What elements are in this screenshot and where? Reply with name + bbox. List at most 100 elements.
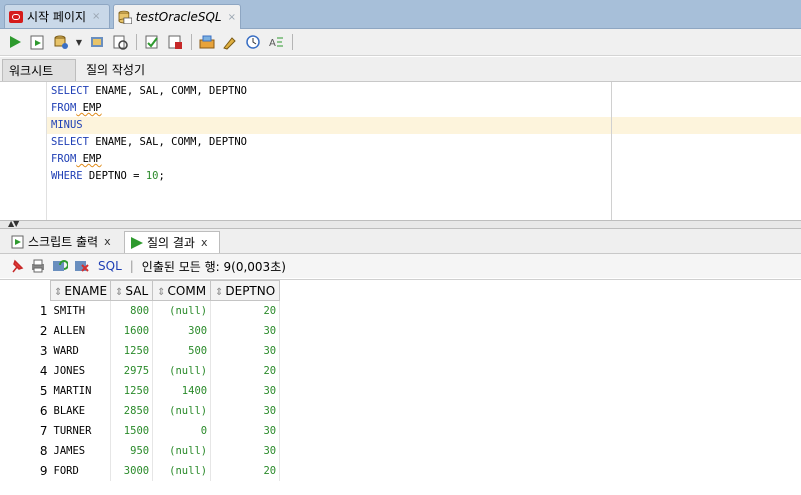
cell-sal[interactable]: 1500 — [110, 421, 154, 441]
chevron-down-icon[interactable]: ▼ — [75, 33, 83, 51]
format-icon[interactable]: A — [267, 33, 285, 51]
header-row: ⇕ ENAME ⇕ SAL ⇕ COMM ⇕ DEPTNO — [6, 280, 281, 301]
commit-icon[interactable] — [88, 33, 106, 51]
row-number: 5 — [39, 384, 48, 398]
pane-splitter[interactable]: ▲▼ — [0, 219, 801, 229]
explain-plan-icon[interactable] — [166, 33, 184, 51]
cell-ename[interactable]: JONES — [50, 361, 112, 381]
close-icon[interactable]: x — [104, 231, 111, 253]
sort-icon: ⇕ — [157, 286, 166, 298]
cell-sal[interactable]: 3000 — [110, 461, 154, 481]
rollback-icon[interactable] — [111, 33, 129, 51]
cell-ename[interactable]: FORD — [50, 461, 112, 481]
cell-ename[interactable]: ALLEN — [50, 321, 112, 341]
sql-history-icon[interactable] — [52, 33, 70, 51]
fetch-status: 인출된 모든 행: 9(0,003초) — [141, 259, 286, 274]
row-number: 6 — [39, 404, 48, 418]
row-number: 4 — [39, 364, 48, 378]
row-number: 2 — [39, 324, 48, 338]
tab-script-output[interactable]: 스크립트 출력 x — [6, 231, 124, 253]
table-row[interactable]: 1 SMITH 800 (null) 20 — [6, 300, 281, 321]
run-script-icon[interactable] — [29, 33, 47, 51]
cell-sal[interactable]: 1250 — [110, 381, 154, 401]
cell-comm[interactable]: (null) — [152, 300, 212, 321]
refresh-icon[interactable] — [52, 259, 68, 273]
cell-sal[interactable]: 950 — [110, 441, 154, 461]
table-row[interactable]: 2 ALLEN 1600 300 30 — [6, 321, 281, 341]
print-icon[interactable] — [30, 259, 46, 273]
cell-comm[interactable]: 500 — [152, 341, 212, 361]
run-statement-icon[interactable] — [6, 33, 24, 51]
oracle-icon — [9, 10, 23, 23]
cell-sal[interactable]: 2850 — [110, 401, 154, 421]
table-row[interactable]: 4 JONES 2975 (null) 20 — [6, 361, 281, 381]
table-row[interactable]: 5 MARTIN 1250 1400 30 — [6, 381, 281, 401]
tab-script-output-label: 스크립트 출력 — [28, 235, 99, 249]
cell-sal[interactable]: 800 — [110, 300, 154, 321]
delete-icon[interactable] — [74, 259, 90, 273]
cell-sal[interactable]: 1600 — [110, 321, 154, 341]
cell-sal[interactable]: 2975 — [110, 361, 154, 381]
toolbar-separator: | — [129, 259, 134, 273]
table-row[interactable]: 8 JAMES 950 (null) 30 — [6, 441, 281, 461]
cell-sal[interactable]: 1250 — [110, 341, 154, 361]
cell-ename[interactable]: JAMES — [50, 441, 112, 461]
tab-start-page[interactable]: 시작 페이지 × — [4, 4, 110, 28]
document-tab-bar: 시작 페이지 × testOracleSQL × — [0, 0, 801, 29]
cell-deptno[interactable]: 20 — [210, 300, 281, 321]
close-icon[interactable]: × — [228, 12, 236, 23]
tab-worksheet[interactable]: 워크시트 — [2, 59, 76, 81]
cell-ename[interactable]: SMITH — [50, 300, 112, 321]
cell-ename[interactable]: WARD — [50, 341, 112, 361]
tuning-advisor-icon[interactable] — [198, 33, 216, 51]
pin-icon[interactable] — [10, 259, 24, 273]
sql-link[interactable]: SQL — [98, 259, 122, 273]
result-tabs: 스크립트 출력 x 질의 결과 x — [0, 229, 801, 254]
close-icon[interactable]: x — [201, 232, 208, 254]
cell-ename[interactable]: BLAKE — [50, 401, 112, 421]
toolbar-separator — [292, 34, 293, 50]
cell-deptno[interactable]: 30 — [210, 421, 281, 441]
sql-worksheet-icon — [118, 10, 132, 24]
table-row[interactable]: 7 TURNER 1500 0 30 — [6, 421, 281, 441]
cell-deptno[interactable]: 30 — [210, 341, 281, 361]
autotrace-icon[interactable] — [143, 33, 161, 51]
cell-deptno[interactable]: 20 — [210, 361, 281, 381]
table-row[interactable]: 9 FORD 3000 (null) 20 — [6, 461, 281, 481]
cell-comm[interactable]: (null) — [152, 401, 212, 421]
sort-icon: ⇕ — [115, 286, 124, 298]
sql-editor[interactable]: SELECT ENAME, SAL, COMM, DEPTNO FROM EMP… — [0, 82, 801, 220]
column-header-deptno[interactable]: ⇕ DEPTNO — [210, 280, 281, 301]
code-line: FROM EMP — [51, 153, 102, 165]
cell-comm[interactable]: (null) — [152, 441, 212, 461]
cell-comm[interactable]: (null) — [152, 361, 212, 381]
column-header-sal[interactable]: ⇕ SAL — [110, 280, 154, 301]
cell-deptno[interactable]: 30 — [210, 441, 281, 461]
run-statement-icon — [131, 236, 143, 249]
code-line: SELECT ENAME, SAL, COMM, DEPTNO — [51, 136, 247, 148]
cell-deptno[interactable]: 30 — [210, 401, 281, 421]
cell-comm[interactable]: 1400 — [152, 381, 212, 401]
table-row[interactable]: 3 WARD 1250 500 30 — [6, 341, 281, 361]
clear-icon[interactable] — [221, 33, 239, 51]
collapse-arrows-icon[interactable]: ▲▼ — [8, 219, 19, 228]
cell-ename[interactable]: MARTIN — [50, 381, 112, 401]
cell-deptno[interactable]: 30 — [210, 381, 281, 401]
history-icon[interactable] — [244, 33, 262, 51]
code-line: WHERE DEPTNO = 10; — [51, 170, 165, 182]
cell-comm[interactable]: 0 — [152, 421, 212, 441]
tab-query-result[interactable]: 질의 결과 x — [124, 231, 220, 253]
cell-comm[interactable]: 300 — [152, 321, 212, 341]
result-grid[interactable]: ⇕ ENAME ⇕ SAL ⇕ COMM ⇕ DEPTNO 1 SMITH 800 (null… — [0, 279, 801, 495]
cell-comm[interactable]: (null) — [152, 461, 212, 481]
tab-test-oracle-sql[interactable]: testOracleSQL × — [113, 4, 241, 29]
row-number: 1 — [39, 303, 48, 318]
close-icon[interactable]: × — [92, 11, 100, 22]
table-row[interactable]: 6 BLAKE 2850 (null) 30 — [6, 401, 281, 421]
cell-deptno[interactable]: 20 — [210, 461, 281, 481]
column-header-comm[interactable]: ⇕ COMM — [152, 280, 212, 301]
column-header-ename[interactable]: ⇕ ENAME — [49, 280, 112, 301]
tab-query-builder[interactable]: 질의 작성기 — [80, 59, 151, 81]
cell-ename[interactable]: TURNER — [50, 421, 112, 441]
cell-deptno[interactable]: 30 — [210, 321, 281, 341]
